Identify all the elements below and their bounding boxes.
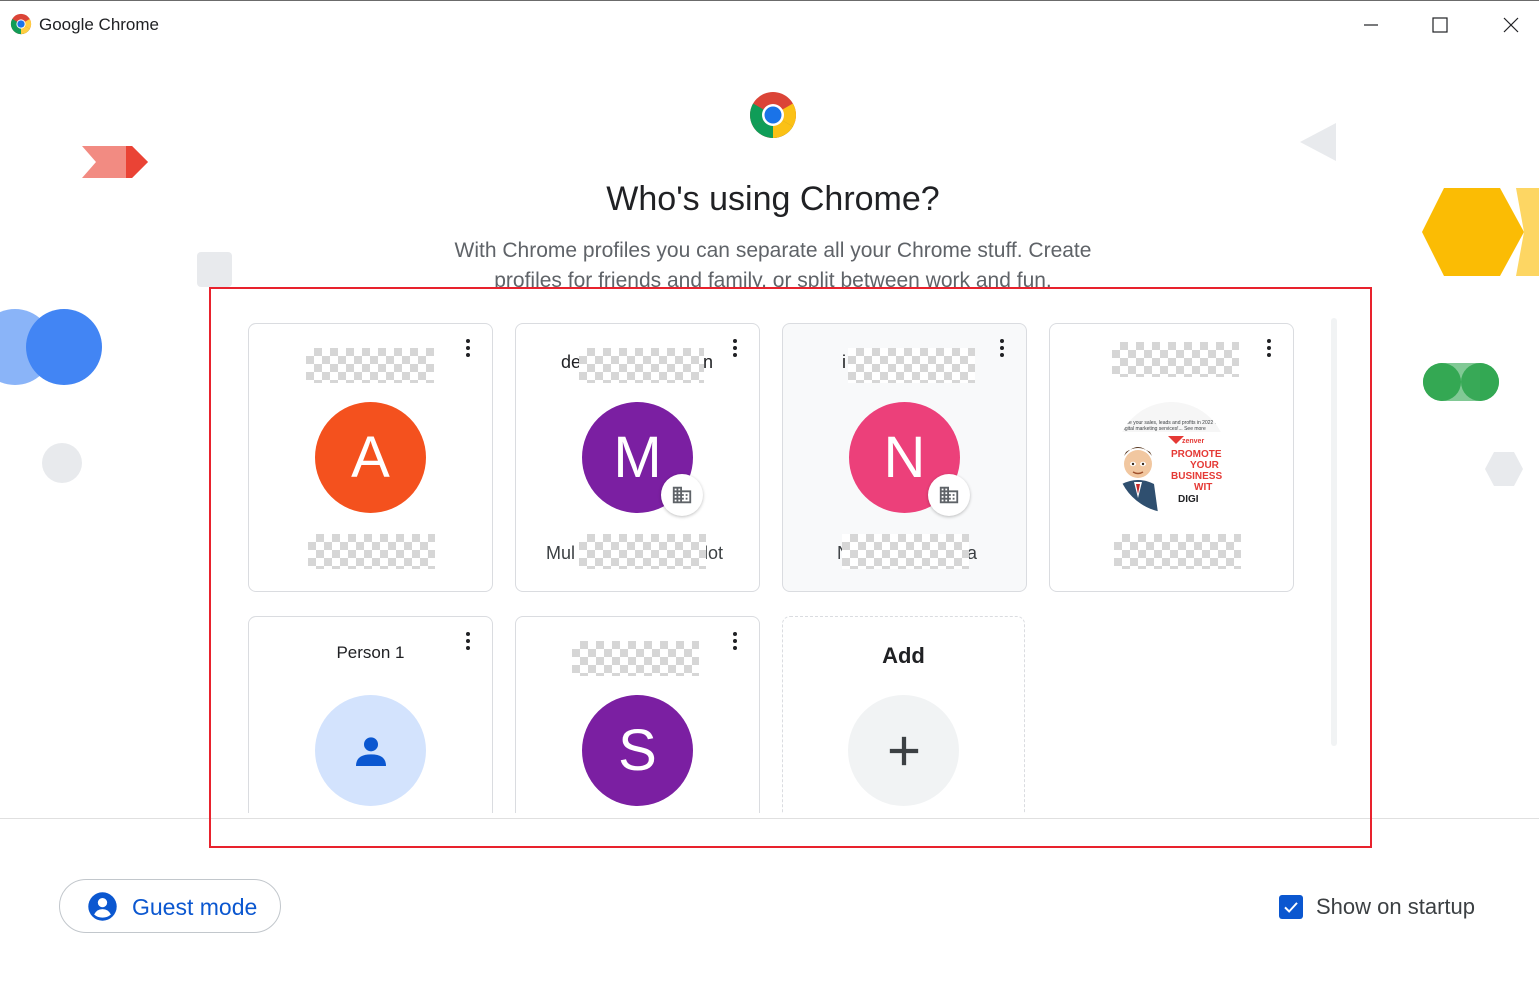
profile-name-suffix: n [703, 352, 714, 372]
redacted-name [572, 641, 699, 676]
close-button[interactable] [1488, 5, 1534, 45]
guest-mode-label: Guest mode [132, 894, 258, 920]
more-options-icon[interactable] [994, 338, 1010, 358]
photo-brand: zenver [1182, 438, 1205, 445]
page-heading: Who's using Chrome? [606, 180, 940, 218]
profile-card[interactable]: ease your sales, leads and profits in 20… [1049, 323, 1294, 592]
redacted-name [579, 348, 704, 383]
footer-divider [0, 818, 1539, 819]
profile-card[interactable]: A [248, 323, 493, 592]
photo-caption: ease your sales, leads and profits in 20… [1121, 420, 1225, 432]
profile-name: Person 1 [336, 643, 405, 662]
minimize-icon [1364, 24, 1378, 26]
checkmark-icon [1284, 902, 1298, 913]
minimize-button[interactable] [1348, 5, 1394, 45]
more-options-icon[interactable] [460, 338, 476, 358]
managed-badge [928, 474, 970, 516]
show-on-startup-toggle[interactable]: Show on startup [1279, 893, 1475, 921]
window-title: Google Chrome [39, 15, 160, 34]
profile-name-prefix: i [842, 352, 846, 372]
title-bar: Google Chrome [0, 0, 1539, 48]
show-on-startup-checkbox[interactable] [1279, 895, 1303, 919]
avatar: S [582, 695, 693, 806]
close-icon [1503, 17, 1519, 33]
photo-text-line: YOUR [1190, 460, 1219, 471]
add-label: Add [882, 643, 925, 668]
redacted-name [848, 348, 975, 383]
grey-square-decoration [197, 252, 232, 287]
redacted-email [842, 534, 969, 569]
photo-text-line: BUSINESS [1171, 471, 1223, 482]
maximize-icon [1432, 17, 1448, 33]
more-options-icon[interactable] [727, 631, 743, 651]
redacted-email [308, 534, 435, 569]
profile-grid: A de n M Mul lot i N N a [0, 288, 1539, 813]
photo-text-line: PROMOTE [1171, 449, 1222, 460]
person-icon [355, 736, 386, 766]
profile-email-prefix: Mul [546, 543, 576, 563]
chrome-logo [750, 92, 796, 138]
photo-text-line: DIGI [1178, 494, 1199, 505]
profile-card[interactable]: de n M Mul lot [515, 323, 760, 592]
building-icon [672, 486, 692, 504]
page-subtitle: With Chrome profiles you can separate al… [454, 239, 1092, 288]
redacted-email [579, 534, 706, 569]
chrome-app-icon [10, 13, 32, 35]
profile-card[interactable]: i N N a [782, 323, 1027, 592]
guest-mode-button[interactable]: Guest mode [59, 879, 281, 933]
red-arrow-decoration [82, 146, 148, 178]
redacted-name [306, 348, 434, 383]
more-options-icon[interactable] [1261, 338, 1277, 358]
redacted-name [1112, 342, 1239, 377]
redacted-email [1114, 534, 1241, 569]
avatar: A [315, 402, 426, 513]
account-circle-icon [88, 892, 117, 921]
avatar [315, 695, 426, 806]
profile-photo: ease your sales, leads and profits in 20… [1116, 402, 1227, 513]
building-icon [939, 486, 959, 504]
maximize-button[interactable] [1417, 5, 1463, 45]
managed-badge [661, 474, 703, 516]
photo-text-line: WIT [1194, 482, 1213, 493]
profile-card[interactable]: S [515, 616, 760, 813]
add-profile-card[interactable]: Add [782, 616, 1025, 813]
show-on-startup-label: Show on startup [1316, 894, 1475, 919]
profile-email-suffix: lot [704, 543, 724, 563]
profile-grid-scrollbar[interactable] [1331, 318, 1337, 746]
plus-icon [889, 736, 918, 765]
profile-card[interactable]: Person 1 [248, 616, 493, 813]
more-options-icon[interactable] [727, 338, 743, 358]
add-avatar [848, 695, 959, 806]
grey-triangle-decoration [1300, 123, 1336, 161]
